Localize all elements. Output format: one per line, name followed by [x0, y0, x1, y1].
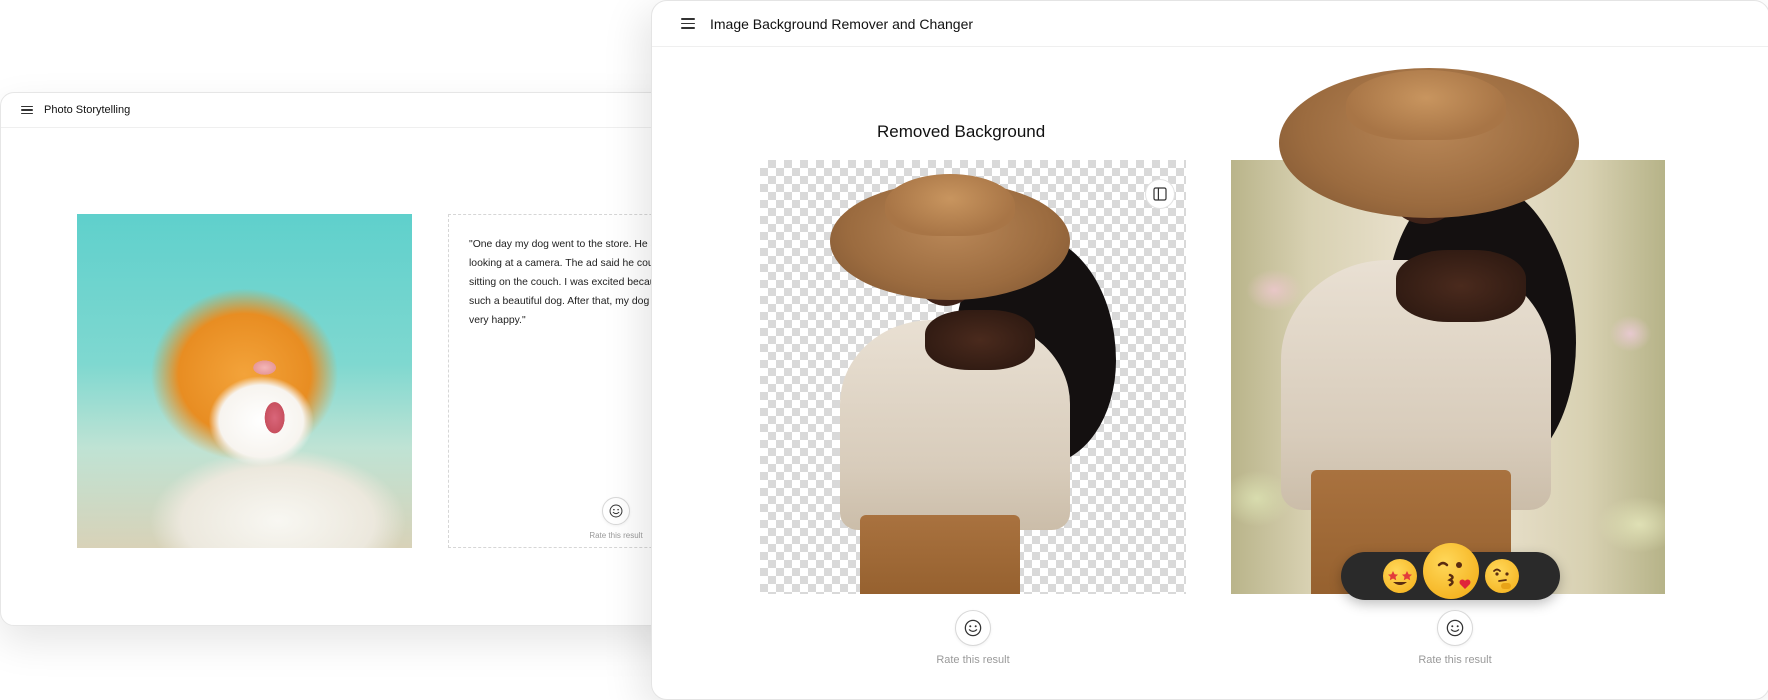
rate-result-label: Rate this result	[1418, 654, 1492, 666]
removed-background-image	[760, 160, 1186, 594]
cat-photo	[77, 214, 412, 548]
thinking-emoji-icon[interactable]	[1484, 559, 1519, 593]
portrait-composite	[1231, 68, 1665, 594]
hamburger-menu-icon[interactable]	[681, 18, 695, 29]
rate-result-button[interactable]	[1437, 610, 1473, 646]
window-header: Image Background Remover and Changer	[652, 1, 1768, 47]
rate-result-control-left: Rate this result	[913, 610, 1033, 666]
smiley-face-icon	[964, 619, 982, 637]
rate-result-control: Rate this result	[581, 497, 651, 540]
rate-result-control-right: Rate this result	[1395, 610, 1515, 666]
split-view-icon	[1153, 187, 1167, 201]
photo-storytelling-window: Photo Storytelling "One day my dog went …	[0, 92, 702, 626]
rate-result-button[interactable]	[602, 497, 630, 525]
rate-result-label: Rate this result	[589, 531, 643, 540]
window-title: Image Background Remover and Changer	[710, 15, 974, 32]
hamburger-menu-icon[interactable]	[21, 105, 33, 115]
rate-result-button[interactable]	[955, 610, 991, 646]
smiley-face-icon	[1446, 619, 1464, 637]
window-title: Photo Storytelling	[44, 104, 131, 116]
background-remover-window: Image Background Remover and Changer Rem…	[651, 0, 1768, 700]
emoji-reaction-bar	[1341, 543, 1560, 600]
rate-result-label: Rate this result	[936, 654, 1010, 666]
star-struck-emoji-icon[interactable]	[1382, 559, 1417, 593]
portrait-cutout	[760, 160, 1186, 594]
window-header: Photo Storytelling	[1, 93, 701, 128]
kiss-emoji-icon[interactable]	[1422, 543, 1479, 599]
compare-toggle-button[interactable]	[1145, 179, 1175, 209]
section-title: Removed Background	[877, 122, 1046, 141]
smiley-face-icon	[609, 504, 623, 518]
changed-background-image	[1231, 68, 1665, 594]
